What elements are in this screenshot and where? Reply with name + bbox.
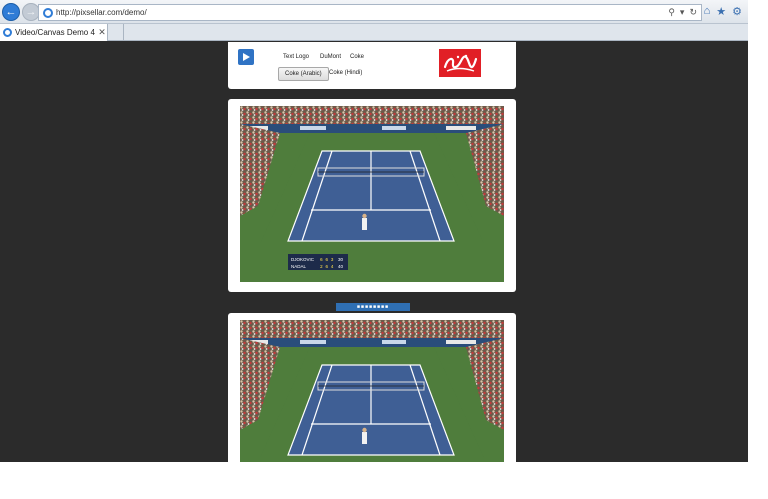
scoreboard-p1-points: 30 (338, 257, 344, 262)
address-bar[interactable]: http://pixsellar.com/demo/ ⚲ ▾ ↻ (38, 4, 702, 21)
star-icon[interactable]: ★ (716, 5, 726, 18)
tab-active[interactable]: Video/Canvas Demo 4 ✕ (0, 24, 108, 41)
close-icon[interactable]: ✕ (97, 27, 107, 38)
dropdown-icon[interactable]: ▾ (680, 7, 685, 18)
play-icon (243, 53, 250, 61)
scoreboard-p2-points: 40 (338, 264, 344, 269)
refresh-icon[interactable]: ↻ (689, 7, 697, 18)
controls-panel: Text Logo DuMont Coke Coke (Arabic) Coke… (228, 42, 516, 89)
tab-title: Video/Canvas Demo 4 (15, 28, 95, 37)
tab-strip: Video/Canvas Demo 4 ✕ (0, 24, 748, 41)
option-coke-arabic[interactable]: Coke (Arabic) (278, 67, 329, 81)
video-card-original: DJOKOVIC NADAL 6 6 3 2 6 4 30 40 (228, 99, 516, 292)
gear-icon[interactable]: ⚙ (732, 5, 742, 18)
ticker-marks: ■■■■■■■■ (356, 304, 390, 310)
scoreboard-player1: DJOKOVIC (291, 257, 315, 262)
back-arrow-icon[interactable]: ← (2, 3, 20, 21)
play-button[interactable] (238, 49, 254, 65)
new-tab-button[interactable] (108, 24, 124, 41)
search-icon[interactable]: ⚲ (668, 7, 675, 18)
page-content: Text Logo DuMont Coke Coke (Arabic) Coke… (0, 42, 748, 462)
browser-window: ← → http://pixsellar.com/demo/ ⚲ ▾ ↻ ⌂ ★… (0, 0, 748, 462)
option-coke-hindi[interactable]: Coke (Hindi) (329, 70, 362, 76)
scoreboard-player2: NADAL (291, 264, 307, 269)
ie-icon (3, 28, 12, 37)
video-player[interactable]: DJOKOVIC NADAL 6 6 3 2 6 4 30 40 (240, 106, 504, 282)
option-coke[interactable]: Coke (350, 54, 364, 60)
scoreboard-p2-sets: 2 6 4 (320, 264, 334, 270)
option-text-logo[interactable]: Text Logo (283, 54, 309, 60)
home-icon[interactable]: ⌂ (704, 5, 711, 18)
ticker-bar: ■■■■■■■■ (336, 303, 410, 311)
scoreboard-p1-sets: 6 6 3 (320, 257, 334, 263)
coca-cola-arabic-logo (439, 49, 481, 77)
ie-icon (43, 7, 53, 18)
video-canvas[interactable] (240, 320, 504, 462)
browser-toolbar: ← → http://pixsellar.com/demo/ ⚲ ▾ ↻ ⌂ ★… (0, 0, 748, 24)
option-dumont[interactable]: DuMont (320, 54, 341, 60)
video-card-canvas (228, 313, 516, 462)
address-url[interactable]: http://pixsellar.com/demo/ (56, 8, 668, 17)
